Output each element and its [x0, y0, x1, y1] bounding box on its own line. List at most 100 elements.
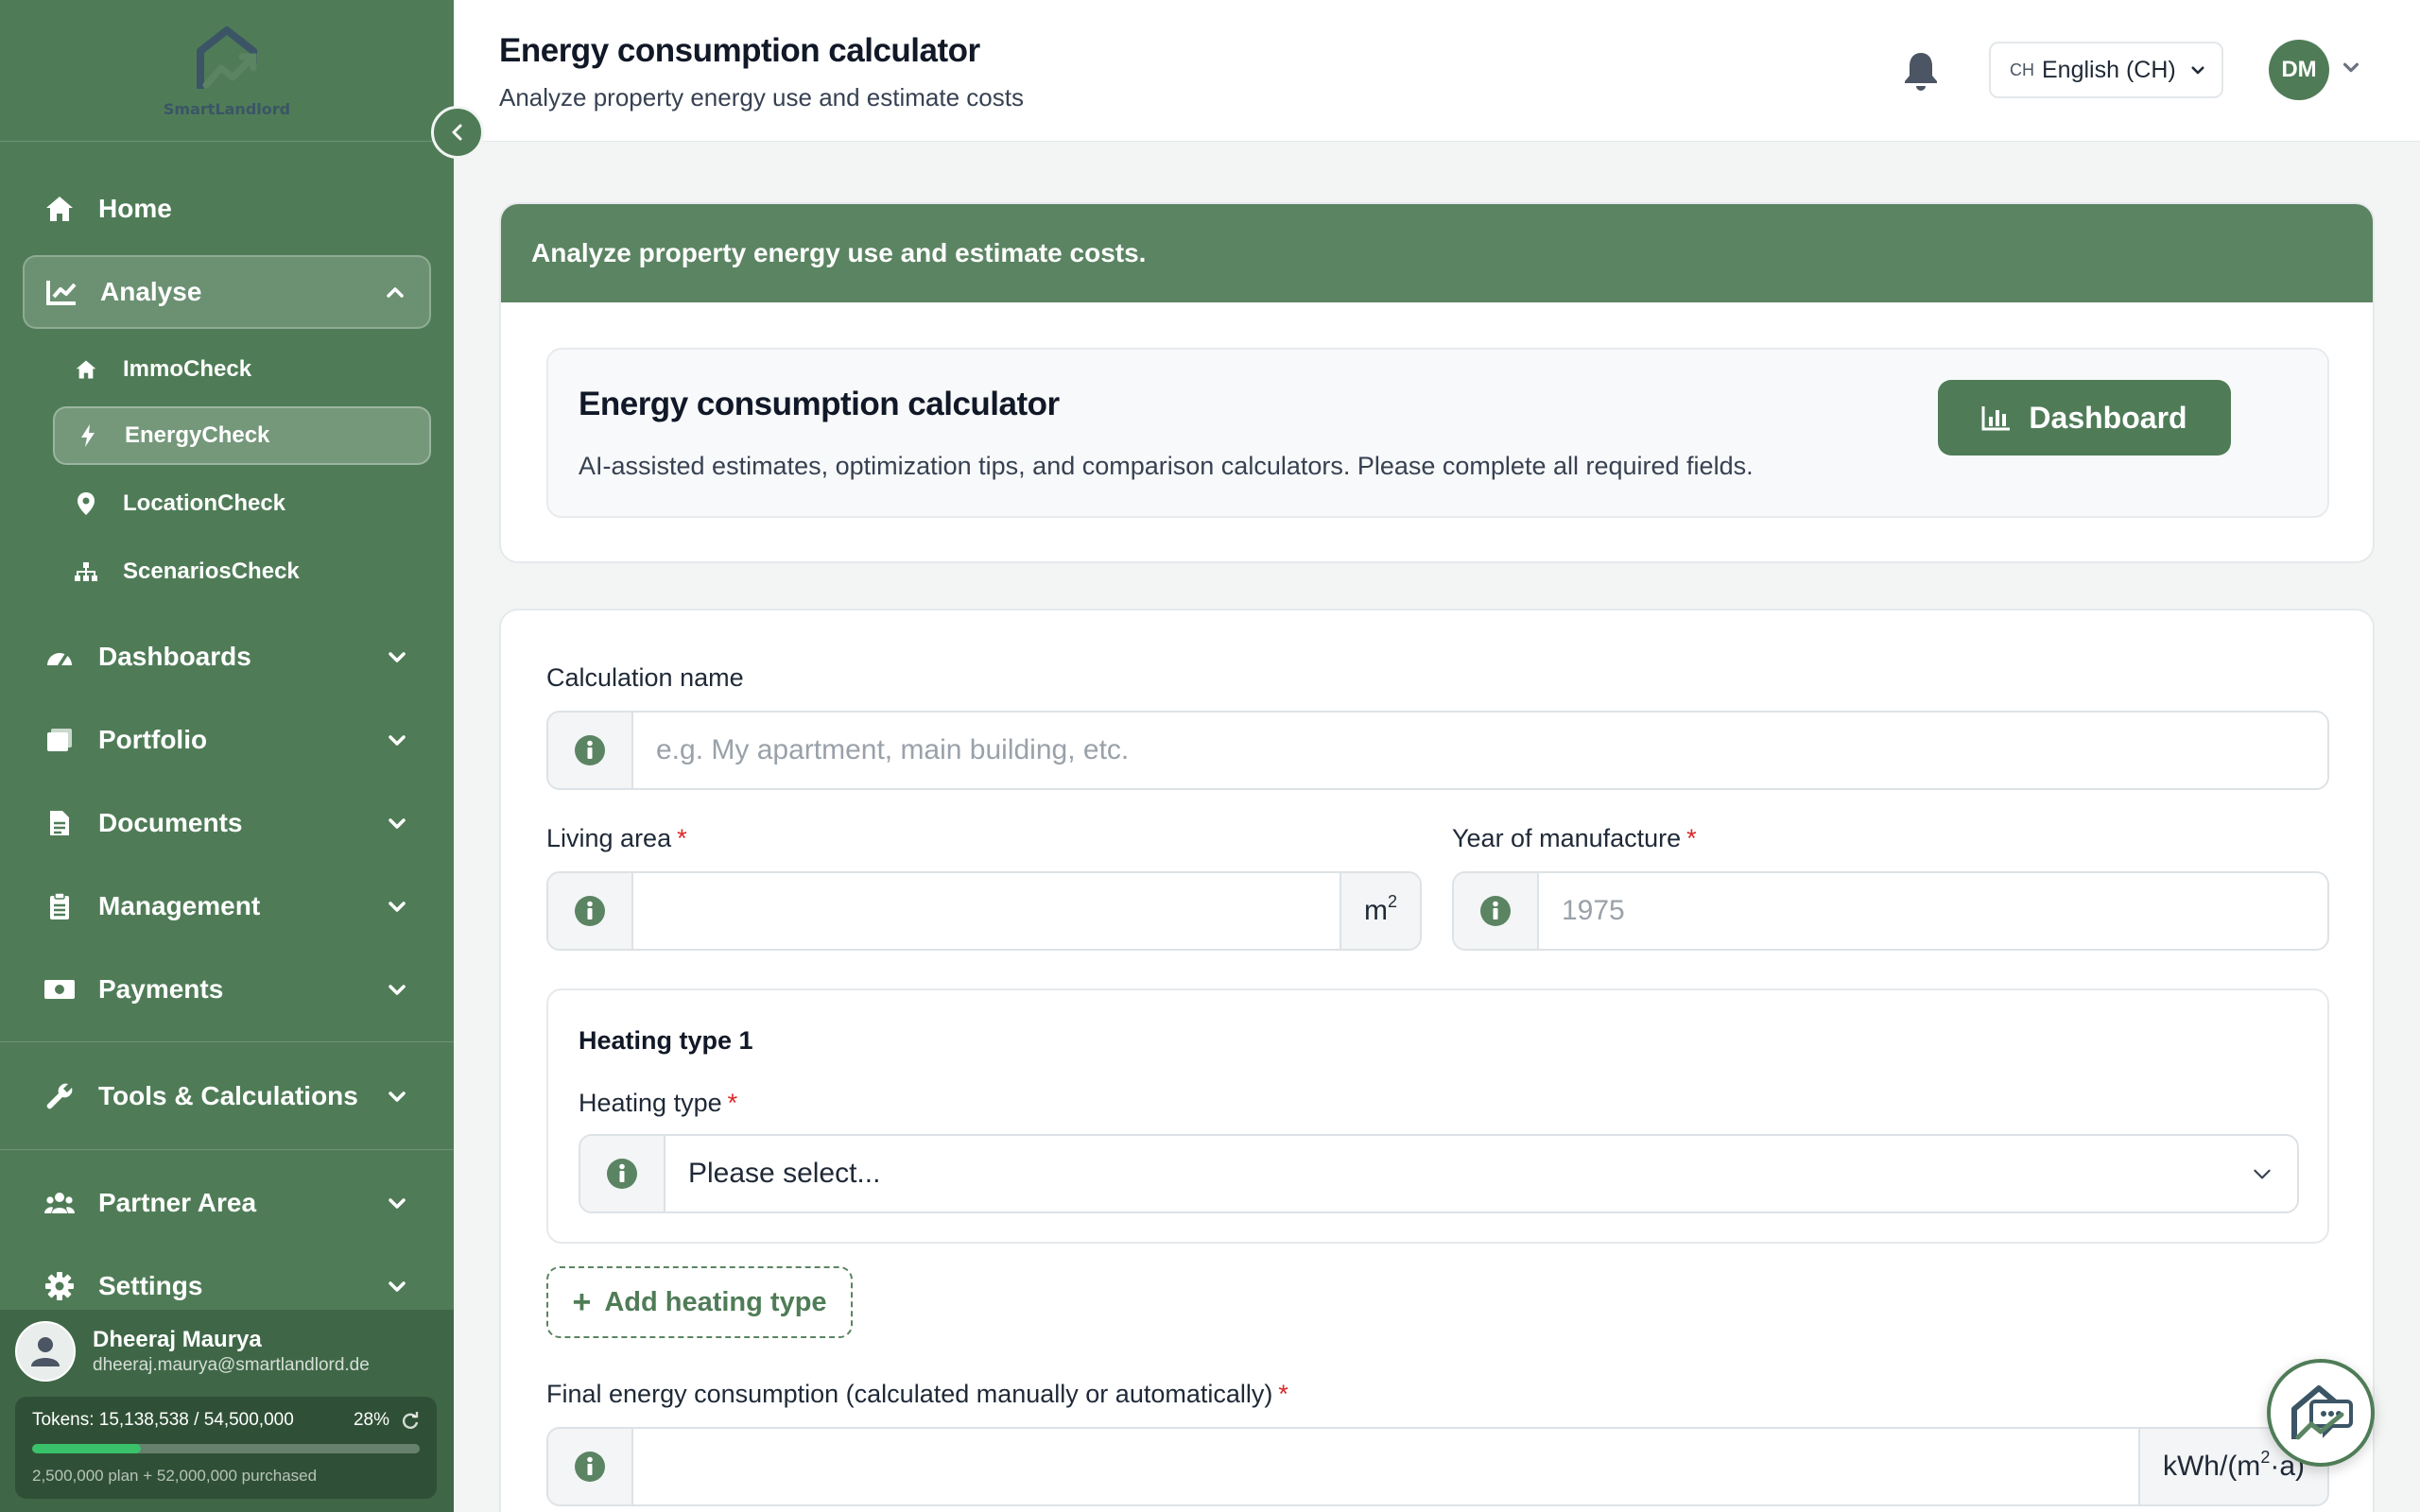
logo-mark-icon [197, 26, 257, 89]
sidebar-item-management[interactable]: Management [23, 869, 431, 943]
chat-assistant-button[interactable] [2267, 1359, 2375, 1467]
heating-type-value: Please select... [688, 1158, 881, 1189]
year-group [1452, 871, 2329, 951]
info-icon[interactable] [1454, 873, 1539, 949]
sidebar-item-documents[interactable]: Documents [23, 786, 431, 860]
sidebar-item-label: Dashboards [98, 642, 251, 671]
plus-icon: + [572, 1283, 592, 1320]
chat-assistant-icon [2291, 1385, 2353, 1440]
token-usage: Tokens: 15,138,538 / 54,500,000 28% 2,50… [15, 1397, 437, 1499]
year-label: Year of manufacture * [1452, 824, 1697, 852]
notification-bell-icon[interactable] [1900, 49, 1942, 93]
sidebar-item-partner-area[interactable]: Partner Area [23, 1166, 431, 1240]
portfolio-icon [43, 724, 76, 756]
map-pin-icon [74, 491, 98, 516]
chevron-down-icon[interactable] [2341, 57, 2361, 77]
calc-name-input[interactable] [633, 713, 2327, 788]
user-name: Dheeraj Maurya [93, 1327, 262, 1352]
sidebar-item-tools-calculations[interactable]: Tools & Calculations [23, 1059, 431, 1133]
info-icon[interactable] [548, 1429, 633, 1504]
token-progress-bar [32, 1444, 420, 1453]
sidebar: SmartLandlord Home Analyse ImmoCheck Ene… [0, 0, 454, 1512]
chevron-down-icon [2191, 66, 2204, 75]
chevron-down-icon [389, 1091, 406, 1102]
sidebar-item-label: Payments [98, 974, 224, 1004]
dashboard-button-label: Dashboard [2029, 400, 2187, 435]
intro-title: Energy consumption calculator [579, 386, 1060, 422]
user-avatar[interactable]: DM [2269, 40, 2329, 100]
user-avatar-icon [15, 1321, 76, 1382]
token-breakdown: 2,500,000 plan + 52,000,000 purchased [32, 1467, 318, 1485]
chevron-down-icon [389, 818, 406, 829]
living-area-group: m2 [546, 871, 1422, 951]
bar-chart-icon [1981, 406, 2011, 431]
clipboard-icon [43, 890, 76, 922]
dashboard-button[interactable]: Dashboard [1938, 380, 2231, 455]
chart-line-icon [45, 276, 78, 308]
sidebar-collapse-button[interactable] [431, 106, 484, 159]
chevron-left-icon [452, 124, 462, 141]
sidebar-item-dashboards[interactable]: Dashboards [23, 620, 431, 694]
chevron-down-icon [389, 1281, 406, 1292]
token-progress-fill [32, 1444, 141, 1453]
refresh-icon[interactable] [401, 1411, 420, 1430]
sidebar-item-label: Analyse [100, 277, 202, 306]
sidebar-item-portfolio[interactable]: Portfolio [23, 703, 431, 777]
calc-name-label: Calculation name [546, 663, 744, 692]
logo[interactable]: SmartLandlord [0, 0, 454, 142]
chevron-down-icon [389, 735, 406, 746]
heating-type-select[interactable]: Please select... [666, 1136, 2297, 1211]
sidebar-subitem-locationcheck[interactable]: LocationCheck [53, 474, 431, 533]
sidebar-subitem-label: EnergyCheck [125, 422, 270, 448]
final-energy-label: Final energy consumption (calculated man… [546, 1380, 1288, 1408]
gauge-icon [43, 641, 76, 673]
info-icon[interactable] [580, 1136, 666, 1211]
add-heating-type-button[interactable]: + Add heating type [546, 1266, 853, 1338]
sidebar-subitem-scenarioscheck[interactable]: ScenariosCheck [53, 542, 431, 601]
user-panel: Dheeraj Maurya dheeraj.maurya@smartlandl… [0, 1310, 454, 1512]
calc-name-group [546, 711, 2329, 790]
document-icon [43, 807, 76, 839]
language-code: CH [2010, 60, 2034, 79]
chevron-down-icon [389, 652, 406, 662]
sidebar-item-label: Settings [98, 1271, 203, 1300]
calculator-form: Calculation name Living area* m2 Year of… [499, 609, 2375, 1512]
add-heating-type-label: Add heating type [604, 1286, 827, 1317]
money-icon [43, 973, 76, 1005]
sidebar-item-label: Partner Area [98, 1188, 257, 1217]
sidebar-item-payments[interactable]: Payments [23, 953, 431, 1026]
heating-type-label: Heating type * [579, 1089, 738, 1117]
final-energy-group: kWh/(m 2 ·a) [546, 1427, 2329, 1506]
sidebar-item-label: Tools & Calculations [98, 1081, 358, 1110]
living-area-label: Living area * [546, 824, 687, 852]
logo-text: SmartLandlord [163, 100, 291, 118]
sidebar-item-analyse[interactable]: Analyse [23, 255, 431, 329]
year-input[interactable] [1539, 873, 2327, 949]
sidebar-subitem-energycheck[interactable]: EnergyCheck [53, 406, 431, 465]
final-energy-input[interactable] [633, 1429, 2138, 1504]
token-percent: 28% [353, 1410, 389, 1430]
language-label: English (CH) [2042, 56, 2176, 83]
living-area-unit: m2 [1339, 873, 1420, 949]
sidebar-item-home[interactable]: Home [23, 172, 431, 246]
bolt-icon [76, 423, 100, 448]
gear-icon [43, 1270, 76, 1302]
token-count: Tokens: 15,138,538 / 54,500,000 [32, 1410, 294, 1430]
info-icon[interactable] [548, 713, 633, 788]
heating-type-group-input: Please select... [579, 1134, 2299, 1213]
sidebar-subitem-immocheck[interactable]: ImmoCheck [53, 340, 431, 399]
home-icon [43, 193, 76, 225]
sidebar-divider [0, 1041, 454, 1042]
language-selector[interactable]: CH English (CH) [1989, 42, 2223, 98]
sidebar-item-label: Documents [98, 808, 243, 837]
chevron-down-icon [2254, 1169, 2271, 1179]
users-icon [43, 1187, 76, 1219]
page-title: Energy consumption calculator [499, 32, 980, 69]
heating-type-group: Heating type 1 Heating type * Please sele… [546, 988, 2329, 1244]
sidebar-subitem-label: ImmoCheck [123, 356, 252, 382]
living-area-input[interactable] [633, 873, 1340, 949]
info-icon[interactable] [548, 873, 633, 949]
sidebar-item-label: Management [98, 891, 261, 920]
intro-description: AI-assisted estimates, optimization tips… [579, 452, 1754, 480]
user-profile[interactable]: Dheeraj Maurya dheeraj.maurya@smartlandl… [15, 1321, 370, 1382]
